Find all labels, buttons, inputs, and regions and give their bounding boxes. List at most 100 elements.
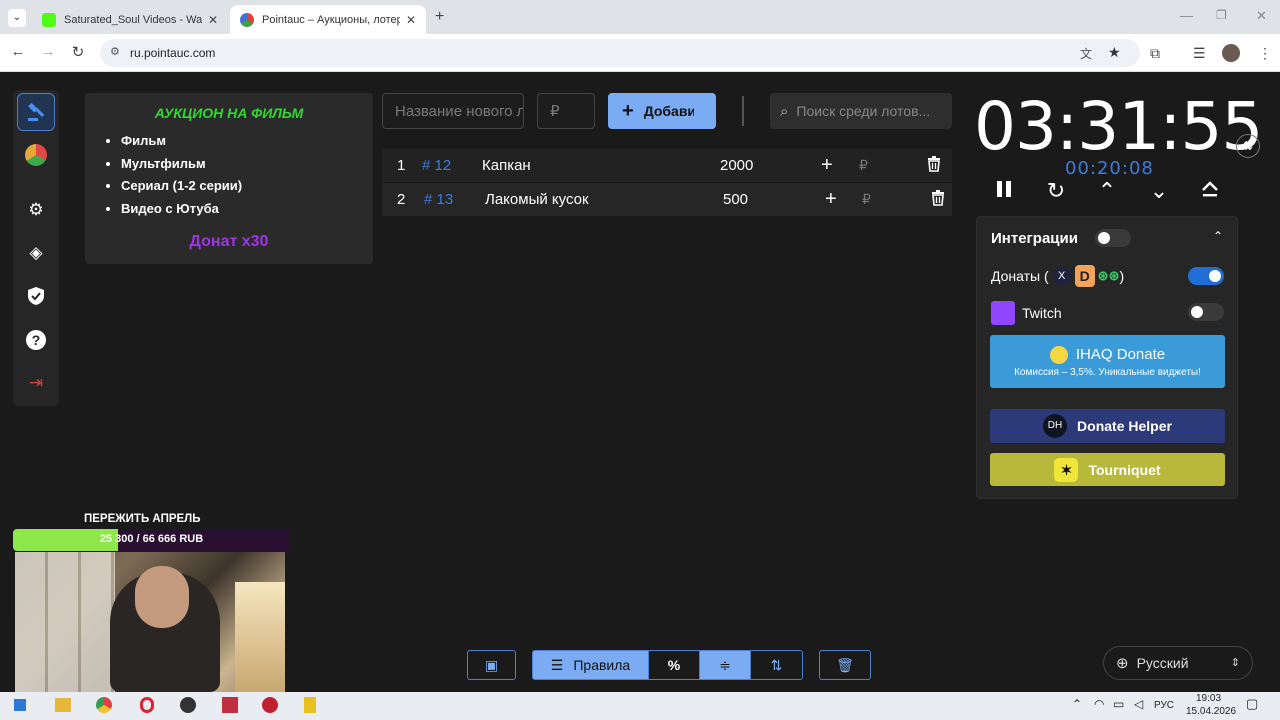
extensions-icon[interactable]: ⧉	[1150, 45, 1160, 62]
sidebar-item-auction[interactable]	[17, 93, 55, 131]
maximize-button[interactable]: ❐	[1216, 8, 1227, 22]
browser-tab-active[interactable]: Pointauc – Аукционы, лотереи ✕	[230, 5, 426, 34]
tourniquet-logo-icon: ✶	[1054, 457, 1079, 482]
sidebar-item-logout[interactable]: ⇥	[17, 364, 55, 402]
lot-amount-input[interactable]: ₽	[537, 93, 595, 129]
reload-button[interactable]: ↻	[68, 43, 88, 61]
rules-button[interactable]: ☰ Правила	[532, 650, 649, 680]
start-button-icon[interactable]	[14, 699, 26, 711]
trash-icon[interactable]	[931, 190, 945, 210]
add-amount-button[interactable]: +	[825, 188, 837, 211]
sort-button[interactable]: ⇅	[750, 650, 803, 680]
menu-icon[interactable]: ⋮	[1258, 45, 1272, 62]
clock-time[interactable]: 19:03	[1196, 693, 1221, 704]
explorer-taskbar-icon[interactable]	[55, 698, 71, 712]
twitch-toggle[interactable]	[1188, 303, 1224, 321]
donatepay-icon: ⊛⊛	[1097, 268, 1120, 283]
webcam-overlay	[15, 552, 285, 692]
sort-icon: ⇅	[770, 656, 783, 673]
close-icon[interactable]: ✕	[406, 13, 416, 27]
pause-button[interactable]	[989, 178, 1019, 204]
percent-label: %	[667, 657, 681, 673]
app-taskbar-icon[interactable]	[222, 697, 238, 713]
url-field[interactable]: ⚙ ru.pointauc.com 文 ★	[100, 39, 1140, 67]
ihaq-donate-button[interactable]: IHAQ Donate Комиссия – 3,5%. Уникальные …	[990, 335, 1225, 388]
tab-title: Pointauc – Аукционы, лотереи	[262, 13, 400, 26]
timer-double-up-button[interactable]	[1195, 178, 1225, 204]
extra-timer: 00:20:08	[1065, 158, 1154, 179]
timer-up-button[interactable]: ⌃	[1092, 178, 1122, 204]
table-row: 2 # 13 Лакомый кусок 500 + ₽	[382, 183, 952, 216]
obs-taskbar-icon[interactable]	[180, 697, 196, 713]
lot-amount[interactable]: 2000	[720, 157, 753, 174]
donations-toggle[interactable]	[1188, 267, 1224, 285]
close-window-button[interactable]: ✕	[1256, 8, 1267, 24]
tray-chevron-icon[interactable]: ⌃	[1072, 697, 1082, 711]
sidebar-item-wheel[interactable]	[17, 136, 55, 174]
clock-date[interactable]: 15.04.2026	[1186, 706, 1236, 717]
toggle-knob	[1098, 232, 1110, 244]
profile-avatar[interactable]	[1222, 44, 1240, 62]
browser-tab[interactable]: Saturated_Soul Videos - Watch ✕	[32, 5, 228, 34]
trash-list-icon: 🗑	[836, 656, 854, 673]
pause-icon	[997, 181, 1011, 197]
wifi-icon[interactable]: ◠	[1094, 697, 1104, 711]
donate-helper-button[interactable]: DH Donate Helper	[990, 409, 1225, 443]
sidebar-item-settings[interactable]: ⚙	[17, 191, 55, 229]
sidebar-item-layers[interactable]: ◈	[17, 234, 55, 272]
new-tab-button[interactable]: +	[435, 8, 444, 26]
input-language[interactable]: РУС	[1154, 700, 1174, 711]
collapse-icon[interactable]: ⌃	[1213, 229, 1223, 243]
search-input[interactable]: ⌕ Поиск среди лотов...	[770, 93, 952, 129]
reset-timer-button[interactable]: ↻	[1041, 178, 1071, 204]
sidebar-item-help[interactable]: ?	[17, 321, 55, 359]
add-amount-button[interactable]: +	[821, 154, 833, 177]
integrations-toggle[interactable]	[1095, 229, 1131, 247]
timer-down-button[interactable]: ⌄	[1144, 178, 1174, 204]
translate-icon[interactable]: 文	[1080, 45, 1092, 62]
battery-icon[interactable]: ▭	[1113, 697, 1124, 711]
chevron-down-icon: ⌄	[1149, 178, 1169, 203]
toggle-knob	[1191, 306, 1203, 318]
tab-search-icon[interactable]: ⌄	[8, 9, 26, 27]
swap-icon: ⇅	[1242, 139, 1254, 153]
forward-button[interactable]: →	[38, 43, 58, 60]
bookmark-star-icon[interactable]: ★	[1108, 44, 1121, 61]
app3-taskbar-icon[interactable]	[304, 697, 316, 713]
chrome-taskbar-icon[interactable]	[96, 697, 112, 713]
tourniquet-label: Tourniquet	[1088, 461, 1161, 478]
percent-button[interactable]: %	[648, 650, 700, 680]
lot-currency[interactable]: ₽	[862, 191, 871, 208]
lot-name[interactable]: Капкан	[482, 157, 531, 174]
site-info-icon[interactable]: ⚙	[110, 45, 120, 58]
swap-timer-button[interactable]: ⇅	[1236, 134, 1260, 158]
add-lot-button[interactable]: + Добавить	[608, 93, 716, 129]
clear-lots-button[interactable]: 🗑	[819, 650, 871, 680]
url-text: ru.pointauc.com	[130, 46, 216, 60]
sidebar-item-shield[interactable]	[17, 277, 55, 315]
opera-taskbar-icon[interactable]	[140, 697, 154, 713]
help-icon: ?	[26, 330, 46, 350]
rules-icon: ☰	[550, 656, 564, 673]
trash-icon[interactable]	[927, 156, 941, 176]
goal-progress-bar: 25 300 / 66 666 RUB	[13, 529, 290, 551]
back-button[interactable]: ←	[8, 43, 28, 60]
close-icon[interactable]: ✕	[208, 13, 218, 27]
volume-icon[interactable]: ◁	[1134, 697, 1143, 711]
app2-taskbar-icon[interactable]	[262, 697, 278, 713]
tourniquet-button[interactable]: ✶ Tourniquet	[990, 453, 1225, 486]
language-select[interactable]: ⊕ Русский ⇕	[1103, 646, 1253, 680]
lot-amount[interactable]: 500	[723, 191, 748, 208]
ihaq-subtitle: Комиссия – 3,5%. Уникальные виджеты!	[1014, 366, 1201, 378]
double-chevron-up-icon	[1202, 181, 1218, 197]
select-arrows-icon: ⇕	[1230, 657, 1240, 669]
minimize-button[interactable]: —	[1180, 8, 1193, 23]
lot-currency[interactable]: ₽	[859, 157, 868, 174]
lot-name[interactable]: Лакомый кусок	[485, 191, 589, 208]
browser-tab-bar: ⌄ Saturated_Soul Videos - Watch ✕ Pointa…	[0, 0, 1280, 34]
lot-name-input[interactable]: Название нового лота	[382, 93, 524, 129]
notifications-icon[interactable]: ▢	[1246, 696, 1258, 712]
reading-list-icon[interactable]: ☰	[1193, 45, 1206, 62]
save-button[interactable]: ▣	[467, 650, 516, 680]
compress-button[interactable]: ≑	[699, 650, 751, 680]
